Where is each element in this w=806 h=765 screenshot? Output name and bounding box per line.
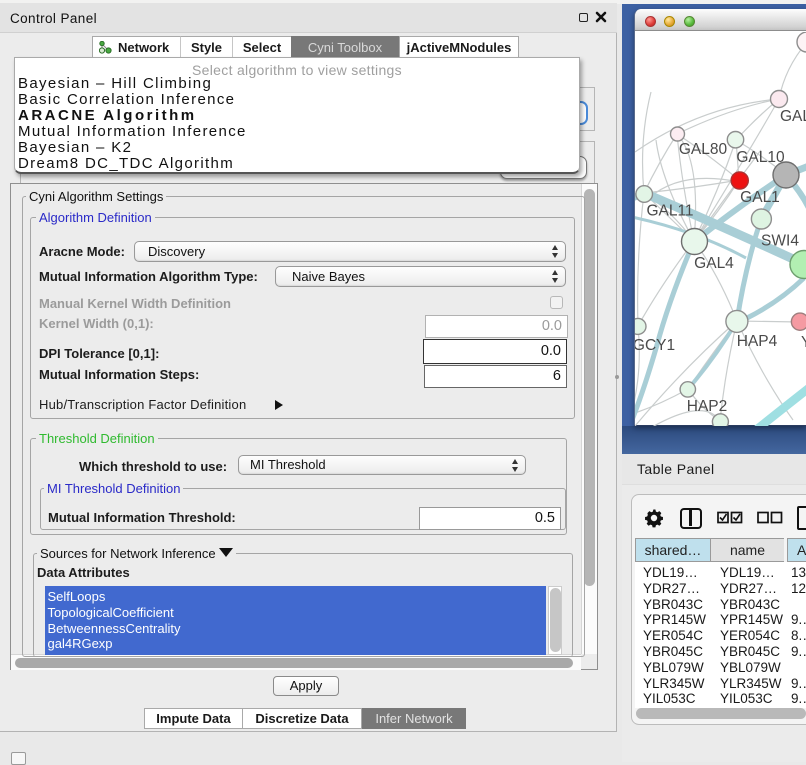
svg-text:GCY1: GCY1 <box>635 337 675 354</box>
svg-text:GAL11: GAL11 <box>646 203 693 220</box>
svg-text:SWI4: SWI4 <box>761 233 799 250</box>
svg-text:HAP4: HAP4 <box>737 333 778 350</box>
svg-text:YE: YE <box>801 334 806 351</box>
svg-text:GAL1: GAL1 <box>740 189 780 206</box>
svg-text:GAL10: GAL10 <box>736 149 785 166</box>
svg-text:GAL2: GAL2 <box>780 108 806 125</box>
svg-text:GAL4: GAL4 <box>694 255 734 272</box>
svg-text:HAP2: HAP2 <box>687 398 728 415</box>
svg-text:GAL80: GAL80 <box>679 141 728 158</box>
